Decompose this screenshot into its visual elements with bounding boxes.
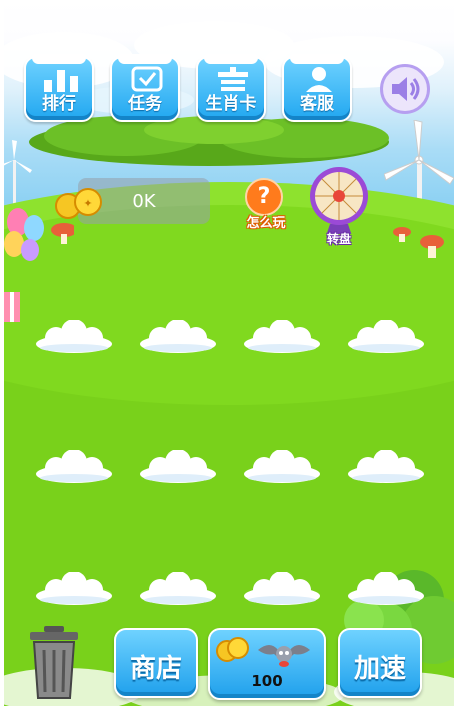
svg-text:✦: ✦ — [83, 197, 92, 210]
cloud-slot[interactable] — [138, 571, 218, 606]
zodiac-card-button[interactable]: 生肖卡 — [196, 54, 266, 122]
gold-coins-icon: ✦ — [55, 188, 102, 219]
cloud-slot[interactable] — [138, 319, 218, 354]
prize-wheel-icon — [310, 167, 368, 236]
cloud-slot[interactable] — [346, 319, 426, 354]
game-scene: 排行 任务 生肖卡 客服 0K ✦ ? 怎么玩 转盘 商店 100 加速 — [4, 0, 454, 706]
cloud-slot[interactable] — [34, 449, 114, 484]
cloud-slot[interactable] — [346, 449, 426, 484]
how-to-play-button[interactable]: ? 怎么玩 — [236, 178, 296, 234]
mushrooms-decoration — [393, 227, 444, 258]
zodiac-card-label: 生肖卡 — [205, 94, 257, 114]
prize-wheel-button[interactable]: 转盘 — [308, 164, 370, 248]
cloud-slot[interactable] — [346, 571, 426, 606]
rank-label: 排行 — [42, 94, 76, 114]
task-label: 任务 — [128, 94, 162, 114]
rank-button[interactable]: 排行 — [24, 54, 94, 122]
customer-service-label: 客服 — [300, 94, 334, 114]
how-to-play-label: 怎么玩 — [246, 216, 286, 231]
shop-label: 商店 — [129, 654, 182, 684]
shop-button[interactable]: 商店 — [114, 628, 198, 698]
speaker-icon — [392, 77, 420, 101]
cloud-slot[interactable] — [34, 319, 114, 354]
wheel-label: 转盘 — [326, 232, 351, 246]
cloud-slot[interactable] — [34, 571, 114, 606]
bat-animal-icon — [258, 645, 310, 667]
speed-up-button[interactable]: 加速 — [338, 628, 422, 698]
speed-up-label: 加速 — [353, 654, 406, 684]
customer-service-button[interactable]: 客服 — [282, 54, 352, 122]
sound-button[interactable] — [380, 64, 430, 114]
trash-can-icon[interactable] — [28, 626, 80, 702]
cloud-slot[interactable] — [138, 449, 218, 484]
cloud-slot[interactable] — [242, 319, 322, 354]
gold-coins-small-icon — [216, 637, 249, 662]
buy-price: 100 — [251, 672, 283, 690]
gift-box-decoration — [4, 292, 20, 322]
buy-animal-button[interactable]: 100 — [208, 628, 326, 700]
question-icon: ? — [245, 178, 283, 216]
task-button[interactable]: 任务 — [110, 54, 180, 122]
cloud-slot[interactable] — [242, 571, 322, 606]
cloud-slot[interactable] — [242, 449, 322, 484]
